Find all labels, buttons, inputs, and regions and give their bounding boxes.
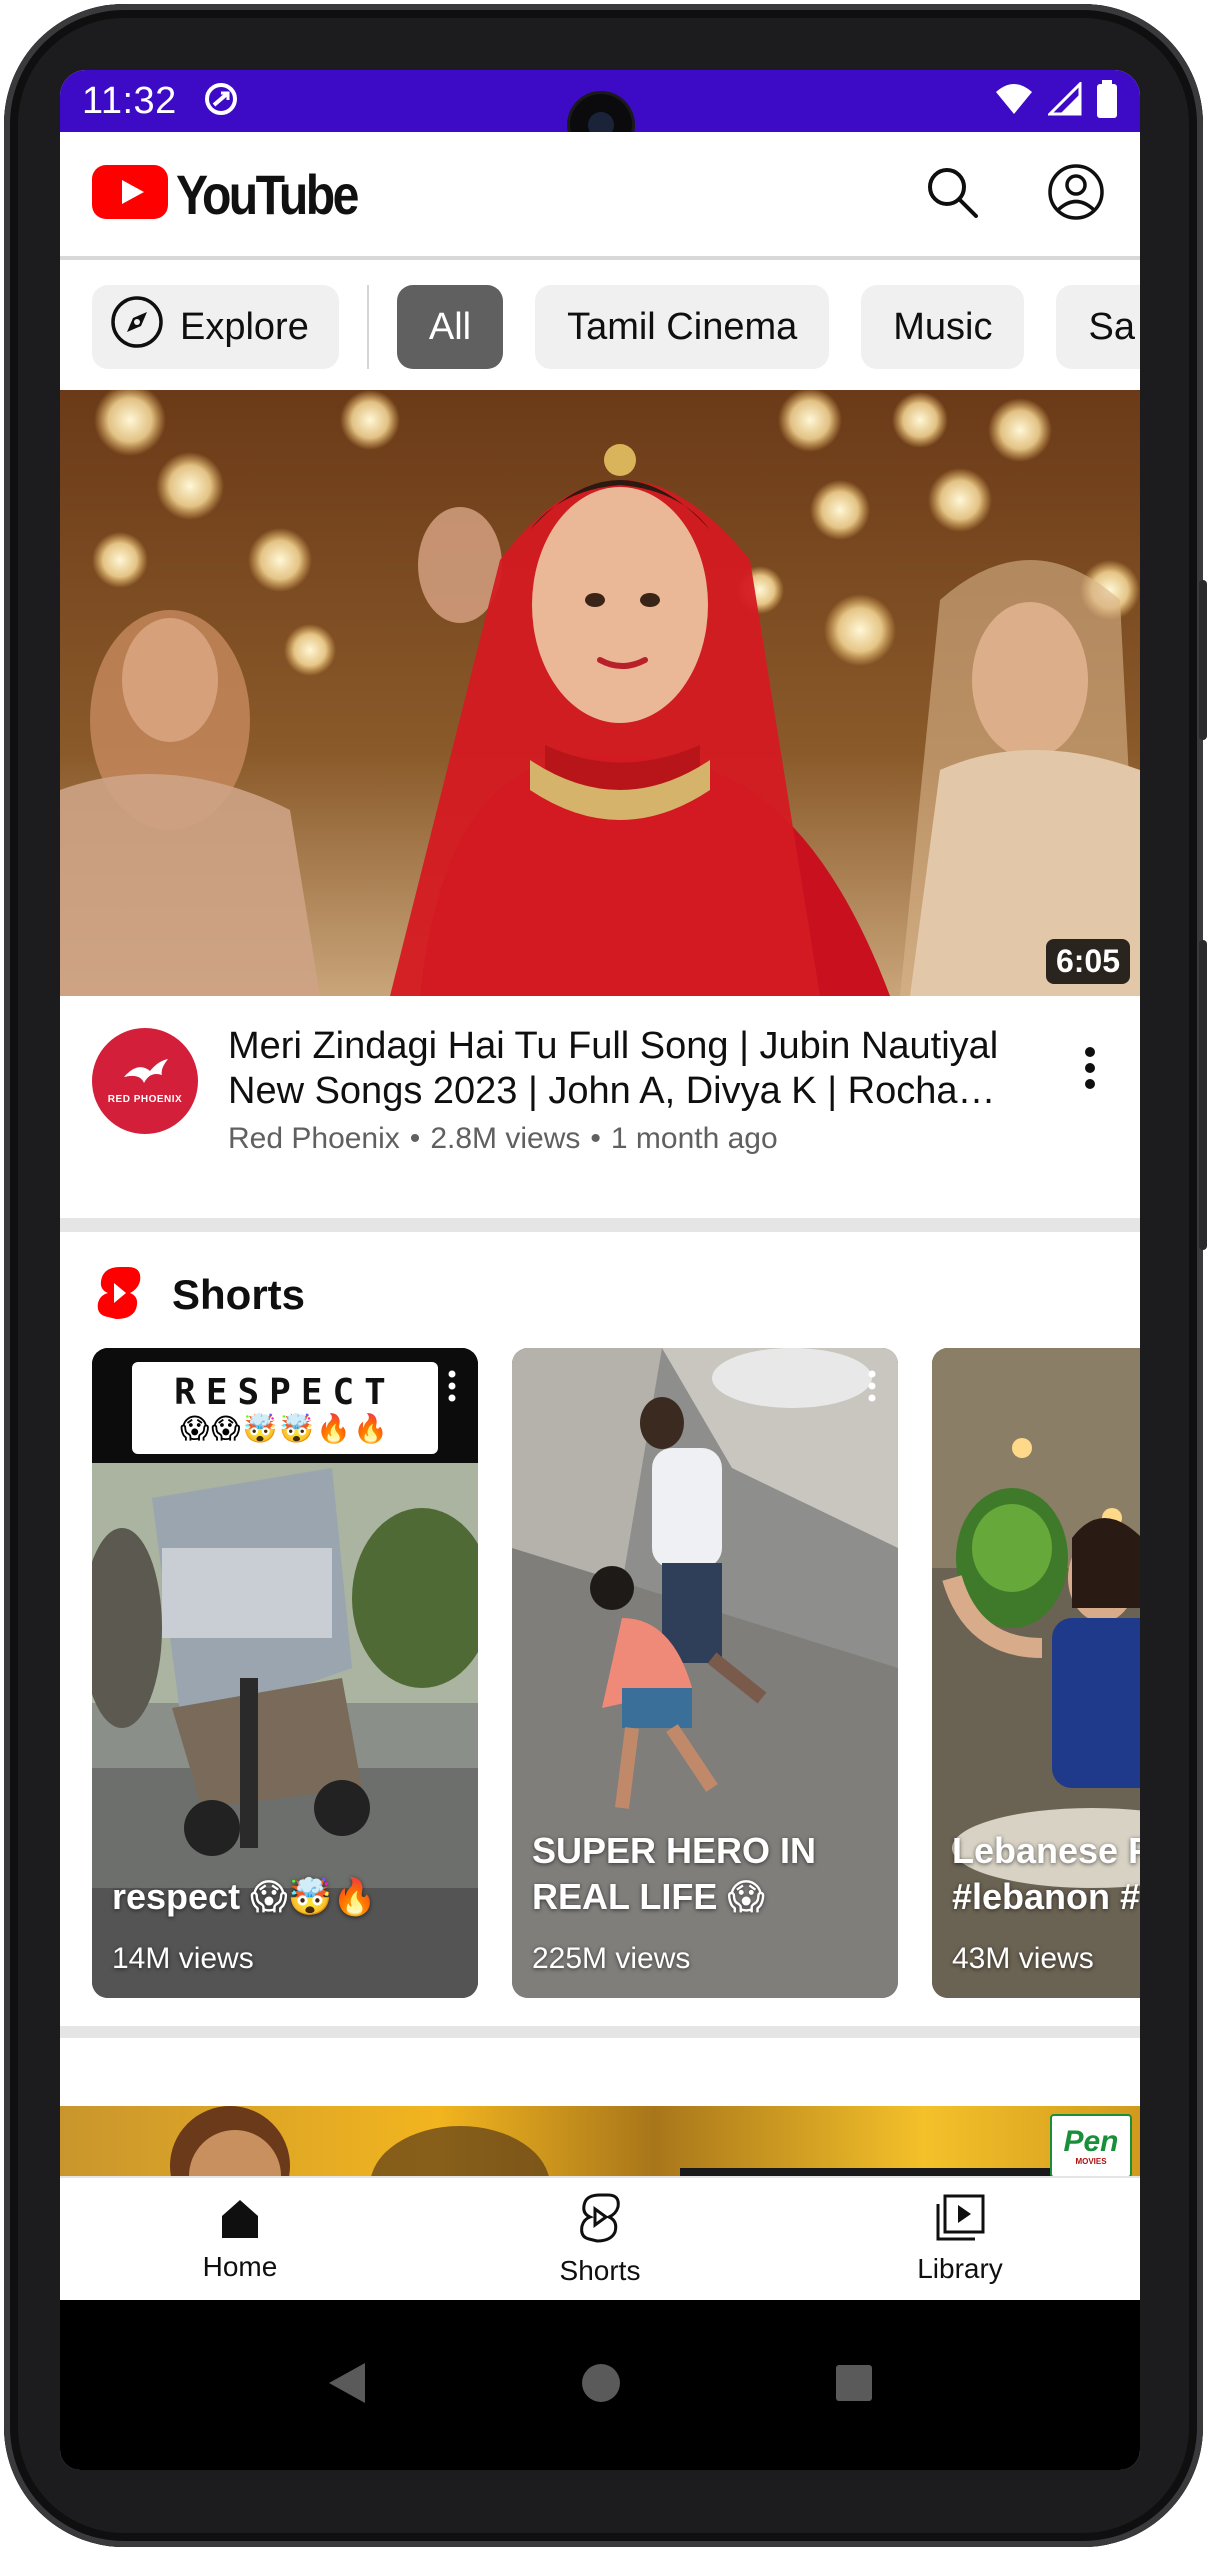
- short-card[interactable]: SUPER HERO IN REAL LIFE 😱 225M views: [512, 1348, 898, 1998]
- more-vert-icon: [868, 1370, 876, 1406]
- compass-icon: [110, 295, 164, 359]
- shorts-title: Shorts: [172, 1271, 306, 1318]
- watermark-subtext: MOVIES: [1075, 2156, 1107, 2166]
- back-triangle-icon: [327, 2362, 367, 2409]
- shorts-header: Shorts: [96, 1250, 305, 1340]
- phone-frame: 11:32 YouTube Explore All Tamil Cinema M…: [0, 0, 1209, 2553]
- chip-explore-label: Explore: [180, 305, 309, 348]
- bottom-navigation: Home Shorts Library: [60, 2176, 1140, 2300]
- channel-watermark: Pen MOVIES: [1050, 2114, 1132, 2176]
- nav-library[interactable]: Library: [780, 2178, 1140, 2300]
- separator-dot: •: [409, 1122, 421, 1155]
- short-card[interactable]: RESPECT 😱😱🤯🤯🔥🔥 respect 😱🤯🔥 14M views: [92, 1348, 478, 1998]
- screen: 11:32 YouTube Explore All Tamil Cinema M…: [60, 70, 1140, 2470]
- short-more-button[interactable]: [448, 1370, 456, 1407]
- filter-chips: Explore All Tamil Cinema Music Sa: [60, 264, 1140, 390]
- upload-age: 1 month ago: [610, 1122, 778, 1155]
- shorts-logo-icon: [96, 1265, 142, 1326]
- shorts-shelf: RESPECT 😱😱🤯🤯🔥🔥 respect 😱🤯🔥 14M views SUP…: [92, 1348, 1140, 1998]
- short-views: 225M views: [532, 1942, 691, 1975]
- more-vert-icon: [448, 1370, 456, 1406]
- home-icon: [218, 2196, 262, 2245]
- separator-dot: •: [590, 1122, 601, 1155]
- system-navigation: [60, 2300, 1140, 2470]
- video-duration: 6:05: [1045, 939, 1130, 984]
- short-views: 14M views: [112, 1942, 254, 1975]
- short-more-button[interactable]: [868, 1370, 876, 1407]
- view-count: 2.8M views: [430, 1122, 581, 1155]
- youtube-logo[interactable]: YouTube: [92, 162, 386, 227]
- nav-shorts[interactable]: Shorts: [420, 2178, 780, 2300]
- next-thumbnail-image: [170, 2106, 1060, 2176]
- recents-button[interactable]: [835, 2364, 873, 2407]
- chip-explore[interactable]: Explore: [92, 285, 339, 369]
- short-caption: Lebanese F #lebanon #: [952, 1830, 1140, 1917]
- library-icon: [935, 2194, 985, 2247]
- back-button[interactable]: [327, 2361, 367, 2410]
- shorts-icon: [578, 2192, 622, 2249]
- data-saver-icon: [201, 79, 241, 124]
- short-views: 43M views: [952, 1942, 1094, 1975]
- battery-icon: [1096, 79, 1118, 123]
- search-button[interactable]: [920, 162, 984, 226]
- watermark-text: Pen: [1063, 2124, 1119, 2158]
- video-subtitle: Red Phoenix • 2.8M views • 1 month ago: [228, 1122, 778, 1156]
- chip-divider: [366, 285, 369, 369]
- nav-library-label: Library: [917, 2252, 1003, 2284]
- channel-name[interactable]: Red Phoenix: [228, 1122, 400, 1155]
- cell-signal-icon: [1046, 79, 1082, 121]
- short-banner: RESPECT 😱😱🤯🤯🔥🔥: [132, 1362, 438, 1454]
- thumbnail-image: [60, 390, 1140, 996]
- chip-partial[interactable]: Sa: [1056, 285, 1140, 369]
- recents-square-icon: [835, 2364, 873, 2406]
- youtube-play-icon: [92, 164, 168, 224]
- short-caption: respect 😱🤯🔥: [112, 1876, 378, 1917]
- chip-tamil-cinema[interactable]: Tamil Cinema: [535, 285, 830, 369]
- more-vert-icon: [1084, 1046, 1096, 1095]
- status-time: 11:32: [82, 79, 177, 122]
- youtube-logo-text: YouTube: [176, 162, 359, 226]
- nav-home-label: Home: [202, 2250, 278, 2282]
- next-video-thumbnail[interactable]: Pen MOVIES: [60, 2106, 1140, 2176]
- account-circle-icon: [1047, 163, 1105, 226]
- account-button[interactable]: [1044, 162, 1108, 226]
- wifi-icon: [994, 82, 1034, 121]
- video-thumbnail[interactable]: 6:05: [60, 390, 1140, 996]
- volume-button: [1199, 580, 1207, 740]
- video-title[interactable]: Meri Zindagi Hai Tu Full Song | Jubin Na…: [228, 1024, 1008, 1114]
- phoenix-icon: [120, 1057, 170, 1092]
- nav-home[interactable]: Home: [60, 2178, 420, 2300]
- short-caption: SUPER HERO IN REAL LIFE 😱: [532, 1830, 817, 1917]
- app-bar: YouTube: [60, 132, 1140, 260]
- nav-shorts-label: Shorts: [559, 2254, 641, 2286]
- search-icon: [924, 164, 980, 225]
- section-divider: [60, 1218, 1140, 1232]
- video-more-button[interactable]: [1070, 1040, 1110, 1100]
- short-banner-emoji: 😱😱🤯🤯🔥🔥: [180, 1412, 390, 1444]
- power-button: [1199, 940, 1207, 1250]
- chip-music[interactable]: Music: [861, 285, 1025, 369]
- chip-all[interactable]: All: [396, 285, 504, 369]
- channel-avatar-text: RED PHOENIX: [107, 1094, 183, 1105]
- home-system-button[interactable]: [581, 2363, 621, 2408]
- channel-avatar[interactable]: RED PHOENIX: [92, 1028, 198, 1134]
- section-divider: [60, 2026, 1140, 2038]
- home-circle-icon: [581, 2363, 621, 2407]
- video-meta[interactable]: RED PHOENIX Meri Zindagi Hai Tu Full Son…: [60, 996, 1140, 1232]
- short-banner-text: RESPECT: [174, 1371, 396, 1413]
- short-card[interactable]: Lebanese F #lebanon # 43M views: [932, 1348, 1140, 1998]
